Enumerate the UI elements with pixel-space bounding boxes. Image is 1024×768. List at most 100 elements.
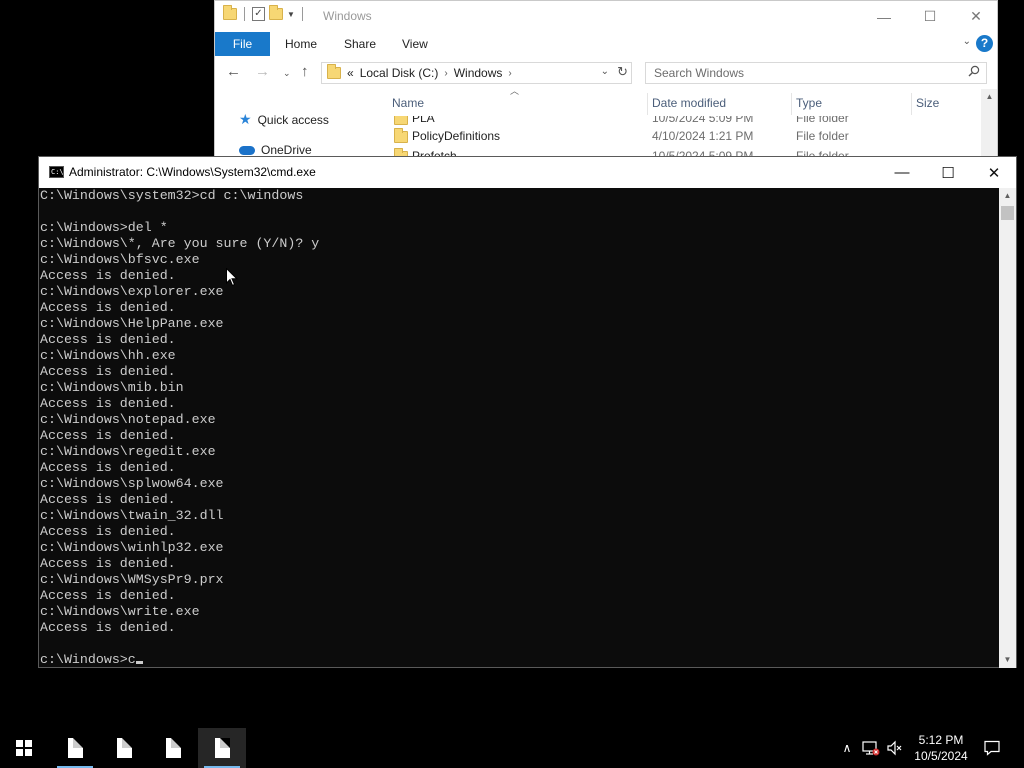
taskbar-app-document-3[interactable] — [149, 728, 197, 768]
expand-ribbon-chevron-icon[interactable]: ⌄ — [963, 36, 971, 47]
close-button[interactable]: ✕ — [953, 1, 997, 32]
close-button[interactable]: ✕ — [971, 157, 1017, 188]
column-header-type[interactable]: Type — [796, 96, 822, 110]
cloud-icon — [239, 145, 255, 155]
console-line: c:\Windows\notepad.exe — [40, 412, 216, 427]
console-prompt: c:\Windows>c — [40, 652, 136, 667]
console-line: Access is denied. — [40, 300, 176, 315]
chevron-right-icon[interactable]: › — [508, 68, 511, 79]
refresh-icon[interactable]: ↻ — [617, 64, 628, 80]
console-line: c:\Windows\splwow64.exe — [40, 476, 224, 491]
console-line: Access is denied. — [40, 524, 176, 539]
console-line: c:\Windows\*, Are you sure (Y/N)? y — [40, 236, 320, 251]
cmd-scrollbar[interactable]: ▲ ▼ — [999, 188, 1016, 668]
console-line: c:\Windows\regedit.exe — [40, 444, 216, 459]
recent-locations-chevron-icon[interactable]: ⌄ — [283, 68, 291, 79]
nav-item-quick-access[interactable]: ★ Quick access — [239, 111, 329, 128]
file-list: ︿ Name Date modified Type Size PLA 10/5/… — [385, 89, 985, 157]
maximize-button[interactable]: ☐ — [925, 157, 971, 188]
minimize-button[interactable]: — — [879, 157, 925, 188]
cmd-titlebar[interactable]: C:\ Administrator: C:\Windows\System32\c… — [39, 157, 1016, 188]
console-output[interactable]: C:\Windows\system32>cd c:\windows c:\Wind… — [39, 188, 1001, 668]
command-prompt-window[interactable]: C:\ Administrator: C:\Windows\System32\c… — [38, 156, 1017, 668]
minimize-button[interactable]: — — [861, 1, 907, 32]
chevron-right-icon[interactable]: › — [444, 68, 447, 79]
notification-icon — [984, 740, 1000, 756]
customize-dropdown-icon[interactable]: ▼ — [287, 10, 295, 19]
column-header-size[interactable]: Size — [916, 96, 939, 110]
quick-access-toolbar: ✓ ▼ — [223, 5, 306, 21]
maximize-button[interactable]: ☐ — [907, 1, 953, 32]
system-clock[interactable]: 5:12 PM 10/5/2024 — [905, 732, 977, 764]
file-explorer-window[interactable]: ✓ ▼ Windows — ☐ ✕ File Home Share View ⌄… — [214, 0, 998, 158]
properties-icon[interactable]: ✓ — [252, 7, 265, 21]
column-header-date[interactable]: Date modified — [652, 96, 726, 110]
toolbar-separator — [244, 7, 245, 21]
ribbon: File Home Share View ⌄ ? — [215, 32, 997, 56]
text-cursor — [135, 661, 143, 664]
start-button[interactable] — [0, 728, 48, 768]
taskbar-app-document-1[interactable] — [51, 728, 99, 768]
breadcrumb-windows[interactable]: Windows — [454, 66, 503, 80]
console-line: c:\Windows\winhlp32.exe — [40, 540, 224, 555]
speaker-icon — [887, 740, 902, 756]
console-line: Access is denied. — [40, 556, 176, 571]
console-line: c:\Windows\hh.exe — [40, 348, 176, 363]
tab-share[interactable]: Share — [344, 32, 376, 56]
scroll-up-arrow-icon[interactable]: ▲ — [999, 188, 1016, 204]
network-disconnected-icon — [862, 741, 880, 756]
cmd-app-icon[interactable]: C:\ — [49, 166, 64, 178]
console-line: Access is denied. — [40, 396, 176, 411]
column-header-name[interactable]: Name — [392, 96, 424, 110]
help-icon[interactable]: ? — [976, 35, 993, 52]
console-line: Access is denied. — [40, 492, 176, 507]
console-line: Access is denied. — [40, 332, 176, 347]
breadcrumb-overflow[interactable]: « — [347, 66, 354, 80]
taskbar-app-document-4[interactable] — [198, 728, 246, 768]
column-divider[interactable] — [911, 93, 912, 115]
explorer-scrollbar[interactable]: ▲ — [981, 89, 997, 157]
console-prompt-line[interactable]: c:\Windows>c — [40, 652, 1001, 668]
console-line: Access is denied. — [40, 364, 176, 379]
nav-item-onedrive[interactable]: OneDrive — [239, 143, 312, 157]
show-hidden-icons-chevron-icon[interactable]: ∧ — [838, 728, 856, 768]
document-icon — [165, 738, 181, 758]
explorer-titlebar[interactable]: ✓ ▼ Windows — ☐ ✕ — [215, 1, 997, 32]
toolbar-separator — [301, 7, 303, 21]
scrollbar-thumb[interactable] — [1001, 206, 1014, 220]
folder-icon — [327, 64, 341, 79]
list-item[interactable]: PLA 10/5/2024 5:09 PM File folder — [385, 116, 985, 128]
tab-file[interactable]: File — [215, 32, 270, 56]
search-input[interactable]: Search Windows — [645, 62, 987, 84]
console-line: Access is denied. — [40, 428, 176, 443]
breadcrumb-local-disk[interactable]: Local Disk (C:) — [360, 66, 439, 80]
address-bar[interactable]: « Local Disk (C:) › Windows › ⌄ ↻ — [321, 62, 632, 84]
volume-muted-icon[interactable] — [884, 728, 906, 768]
console-line: c:\Windows\explorer.exe — [40, 284, 224, 299]
console-line: c:\Windows\write.exe — [40, 604, 200, 619]
tab-home[interactable]: Home — [285, 32, 317, 56]
tab-view[interactable]: View — [402, 32, 428, 56]
file-name: PolicyDefinitions — [412, 129, 501, 143]
forward-arrow-icon[interactable]: → — [255, 63, 270, 80]
taskbar-app-document-2[interactable] — [100, 728, 148, 768]
up-arrow-icon[interactable]: ↑ — [301, 63, 309, 80]
scroll-down-arrow-icon[interactable]: ▼ — [999, 652, 1016, 668]
windows-logo-icon — [16, 740, 32, 756]
console-line: c:\Windows\HelpPane.exe — [40, 316, 224, 331]
search-icon — [968, 65, 980, 77]
scroll-up-arrow-icon[interactable]: ▲ — [981, 89, 997, 105]
folder-icon — [394, 116, 408, 125]
network-icon[interactable] — [860, 728, 882, 768]
column-divider[interactable] — [647, 93, 648, 115]
back-arrow-icon[interactable]: ← — [226, 63, 241, 80]
action-center-icon[interactable] — [978, 728, 1006, 768]
new-folder-icon[interactable] — [269, 5, 283, 20]
navigation-pane: ★ Quick access OneDrive — [215, 89, 385, 157]
folder-icon — [394, 128, 408, 143]
list-item[interactable]: PolicyDefinitions 4/10/2024 1:21 PM File… — [385, 126, 985, 146]
sort-ascending-icon: ︿ — [510, 89, 520, 96]
column-divider[interactable] — [791, 93, 792, 115]
address-dropdown-icon[interactable]: ⌄ — [601, 66, 609, 77]
